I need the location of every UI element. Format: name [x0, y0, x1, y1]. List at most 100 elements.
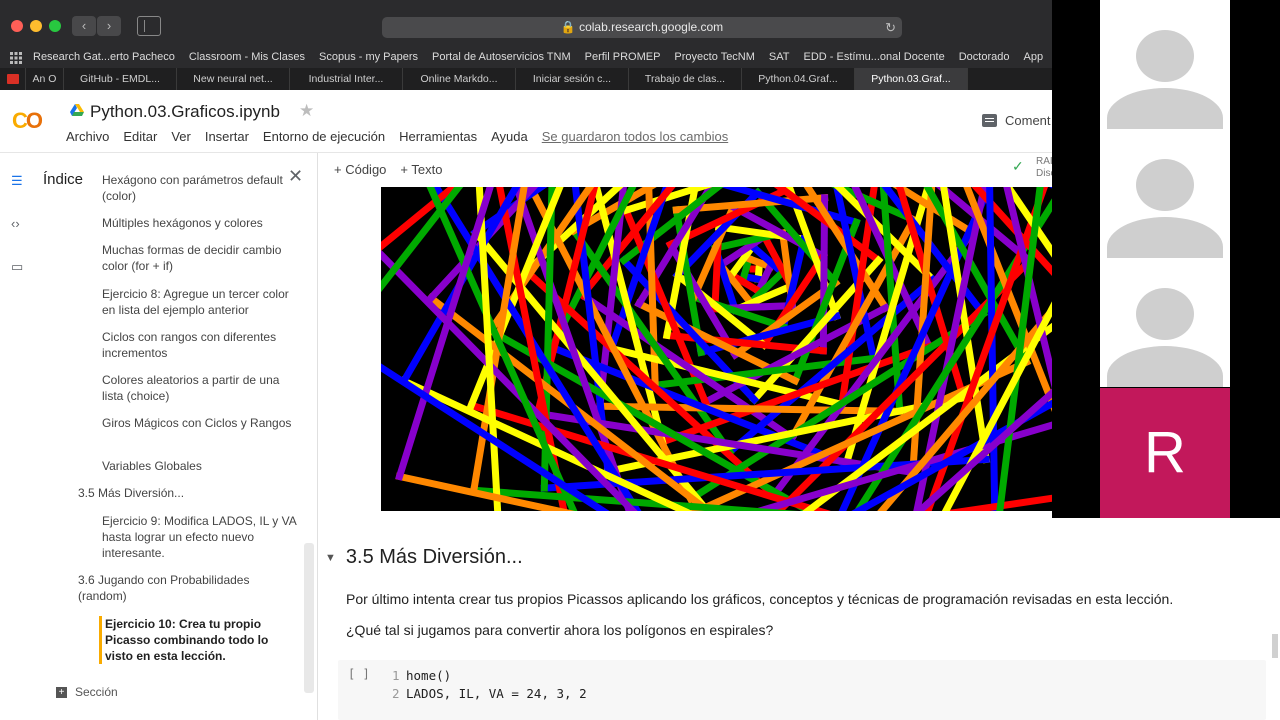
bookmark-item[interactable]: SAT [762, 51, 797, 63]
browser-tab[interactable]: Iniciar sesión c... [516, 68, 629, 90]
avatar-head-icon [1136, 30, 1194, 82]
participant-tile[interactable] [1100, 258, 1230, 387]
left-rail: ☰ ‹› ▭ [0, 153, 36, 720]
bookmark-item[interactable]: Perfil PROMEP [578, 51, 668, 63]
comment-button[interactable]: Coment [982, 113, 1051, 128]
bookmark-item[interactable]: Proyecto TecNM [667, 51, 762, 63]
code-line[interactable]: 2 LADOS, IL, VA = 24, 3, 2 [392, 686, 587, 701]
toc-item[interactable]: 3.6 Jugando con Probabilidades (random) [78, 572, 278, 604]
toc-item[interactable]: Múltiples hexágonos y colores [102, 215, 300, 231]
table-of-contents: Índice ✕ + Sección Hexágono con parámetr… [36, 153, 318, 720]
toc-item[interactable]: Muchas formas de decidir cambio color (f… [102, 242, 300, 274]
toc-icon[interactable]: ☰ [11, 173, 23, 189]
add-code-button[interactable]: + Código [334, 162, 386, 177]
toc-item[interactable]: Ejercicio 9: Modifica LADOS, IL y VA has… [102, 513, 300, 561]
browser-tab[interactable]: GitHub - EMDL... [64, 68, 177, 90]
menu-item[interactable]: Entorno de ejecución [263, 129, 385, 144]
toc-item[interactable]: Hexágono con parámetros default (color) [102, 172, 300, 204]
toc-item[interactable]: Variables Globales [102, 458, 300, 474]
resource-indicator[interactable]: ✓ RAI Disc [1012, 156, 1055, 180]
toc-item[interactable]: Ejercicio 8: Agregue un tercer color en … [102, 286, 300, 318]
browser-tab[interactable]: Online Markdo... [403, 68, 516, 90]
browser-tab[interactable]: Trabajo de clas... [629, 68, 742, 90]
lock-icon: 🔒 [560, 20, 576, 34]
menu-item[interactable]: Ayuda [491, 129, 528, 144]
section-heading-text: 3.5 Más Diversión... [345, 546, 523, 568]
browser-titlebar: ‹ › 🔒 colab.research.google.com ↻ [0, 0, 1052, 46]
toc-item[interactable]: Colores aleatorios a partir de una lista… [102, 372, 300, 404]
colab-logo[interactable]: CO [12, 108, 43, 134]
collapse-caret-icon[interactable]: ▼ [325, 552, 336, 564]
add-section-button[interactable]: + Sección [56, 685, 118, 699]
browser-tab[interactable]: Python.04.Graf... [742, 68, 855, 90]
add-text-button[interactable]: + Texto [400, 162, 442, 177]
tab-bar: An O GitHub - EMDL... New neural net... Ind… [0, 68, 1052, 90]
video-call-panel: R [1052, 0, 1280, 518]
minimize-window-button[interactable] [30, 20, 42, 32]
paragraph-question: ¿Qué tal si jugamos para convertir ahora… [346, 622, 774, 638]
toc-item[interactable]: Ciclos con rangos con diferentes increme… [102, 329, 300, 361]
participant-initial-tile[interactable]: R [1100, 388, 1230, 518]
toc-title: Índice [43, 171, 84, 188]
back-button[interactable]: ‹ [72, 16, 96, 36]
tab-gmail[interactable] [0, 68, 26, 90]
menu-item[interactable]: Herramientas [399, 129, 477, 144]
notebook-title[interactable]: Python.03.Graficos.ipynb [90, 102, 280, 122]
add-section-label: Sección [75, 685, 118, 699]
sidebar-toggle-icon[interactable] [137, 16, 161, 36]
run-cell-button[interactable]: [ ] [348, 667, 370, 681]
turtle-spiral-output-image [381, 187, 1052, 511]
avatar-head-icon [1136, 159, 1194, 211]
section-heading: ▼ 3.5 Más Diversión... [325, 546, 523, 569]
browser-tab[interactable]: An O [26, 68, 64, 90]
saved-status-link[interactable]: Se guardaron todos los cambios [542, 129, 728, 144]
code-text: LADOS, IL, VA = 24, 3, 2 [406, 686, 587, 701]
avatar-body-icon [1107, 88, 1223, 129]
apps-grid-icon[interactable] [10, 51, 26, 64]
avatar-body-icon [1107, 217, 1223, 258]
reload-icon[interactable]: ↻ [885, 17, 896, 38]
bookmark-item[interactable]: Portal de Autoservicios TNM [425, 51, 578, 63]
code-cell[interactable]: [ ] 1 home() 2 LADOS, IL, VA = 24, 3, 2 [338, 660, 1266, 720]
browser-tab[interactable]: Industrial Inter... [290, 68, 403, 90]
bookmark-item[interactable]: EDD - Estímu...onal Docente [797, 51, 952, 63]
avatar-head-icon [1136, 288, 1194, 340]
toc-item[interactable]: Ejercicio 10: Crea tu propio Picasso com… [99, 616, 297, 664]
line-number: 1 [392, 668, 400, 683]
menu-item[interactable]: Archivo [66, 129, 109, 144]
bookmark-item[interactable]: Classroom - Mis Clases [182, 51, 312, 63]
menu-item[interactable]: Insertar [205, 129, 249, 144]
menu-item[interactable]: Ver [171, 129, 191, 144]
url-text: colab.research.google.com [579, 20, 724, 34]
browser-tab[interactable]: New neural net... [177, 68, 290, 90]
toc-item[interactable]: Giros Mágicos con Ciclos y Rangos [102, 415, 300, 431]
connected-check-icon: ✓ [1012, 158, 1024, 174]
gmail-icon [6, 74, 19, 84]
bookmarks-bar: Research Gat...erto Pacheco Classroom - M… [0, 46, 1052, 68]
cell-toolbar: + Código + Texto [334, 162, 442, 177]
paragraph-intro: Por último intenta crear tus propios Pic… [346, 591, 1174, 607]
maximize-window-button[interactable] [49, 20, 61, 32]
bookmark-item[interactable]: Research Gat...erto Pacheco [26, 51, 182, 63]
code-snippets-icon[interactable]: ‹› [11, 216, 20, 231]
avatar-body-icon [1107, 346, 1223, 387]
browser-tab[interactable]: Python.03.Graf... [855, 68, 968, 90]
participant-tile[interactable] [1100, 129, 1230, 258]
code-line[interactable]: 1 home() [392, 668, 451, 683]
star-icon[interactable]: ★ [299, 101, 314, 121]
menu-bar: Archivo Editar Ver Insertar Entorno de ejecu… [66, 129, 728, 144]
toc-item[interactable]: 3.5 Más Diversión... [78, 485, 278, 501]
plus-icon: + [56, 686, 67, 698]
code-text: home() [406, 668, 452, 683]
address-bar[interactable]: 🔒 colab.research.google.com ↻ [382, 17, 902, 38]
forward-button[interactable]: › [97, 16, 121, 36]
menu-item[interactable]: Editar [123, 129, 157, 144]
toc-scrollbar[interactable] [304, 543, 314, 693]
participant-tile[interactable] [1100, 0, 1230, 129]
bookmark-item[interactable]: Scopus - my Papers [312, 51, 425, 63]
close-window-button[interactable] [11, 20, 23, 32]
bookmark-item[interactable]: Doctorado [952, 51, 1017, 63]
bookmark-item[interactable]: App [1017, 51, 1051, 63]
notebook-scrollbar[interactable] [1272, 634, 1278, 658]
folder-icon[interactable]: ▭ [11, 259, 23, 275]
